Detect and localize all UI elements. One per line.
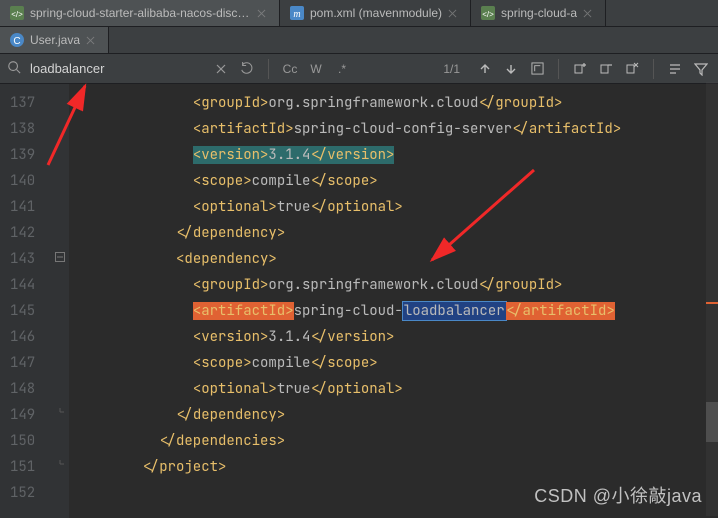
line-gutter: 1371381391401411421431441451461471481491… (0, 84, 51, 518)
line-number: 147 (10, 350, 35, 376)
code-editor[interactable]: 1371381391401411421431441451461471481491… (0, 84, 718, 518)
fold-marker[interactable] (51, 454, 69, 480)
fold-marker (51, 480, 69, 506)
tab-label: User.java (30, 33, 80, 47)
maven-m-icon: m (290, 6, 304, 20)
code-line[interactable]: <artifactId>spring-cloud-config-server</… (75, 116, 718, 142)
code-line[interactable]: </dependency> (75, 402, 718, 428)
line-number: 142 (10, 220, 35, 246)
remove-all-icon[interactable] (621, 58, 643, 80)
line-number: 145 (10, 298, 35, 324)
line-number: 137 (10, 90, 35, 116)
filter-icon[interactable] (690, 58, 712, 80)
code-line[interactable]: <scope>compile</scope> (75, 168, 718, 194)
search-icon (6, 60, 22, 77)
code-line[interactable]: <version>3.1.4</version> (75, 324, 718, 350)
svg-text:</>: </> (482, 10, 494, 19)
xml-file-icon: </> (10, 6, 24, 20)
fold-marker (51, 142, 69, 168)
line-number: 141 (10, 194, 35, 220)
code-line[interactable]: <groupId>org.springframework.cloud</grou… (75, 272, 718, 298)
tab-label: pom.xml (mavenmodule) (310, 6, 442, 20)
editor-tabs-secondary: C User.java (0, 27, 718, 54)
fold-marker (51, 428, 69, 454)
code-line[interactable]: <optional>true</optional> (75, 376, 718, 402)
class-c-icon: C (10, 33, 24, 47)
line-number: 152 (10, 480, 35, 506)
svg-text:C: C (13, 36, 20, 47)
line-number: 148 (10, 376, 35, 402)
primary-tab-1[interactable]: m pom.xml (mavenmodule) (280, 0, 471, 26)
fold-marker (51, 298, 69, 324)
code-area[interactable]: <groupId>org.springframework.cloud</grou… (69, 84, 718, 518)
add-selection-icon[interactable] (569, 58, 591, 80)
line-number: 140 (10, 168, 35, 194)
primary-tab-2[interactable]: </> spring-cloud-a (471, 0, 606, 26)
history-icon[interactable] (236, 58, 258, 80)
fold-marker[interactable] (51, 402, 69, 428)
find-input[interactable] (26, 59, 206, 78)
editor-tabs-primary: </> spring-cloud-starter-alibaba-nacos-di… (0, 0, 718, 27)
fold-marker[interactable] (51, 246, 69, 272)
line-number: 151 (10, 454, 35, 480)
fold-marker (51, 272, 69, 298)
clear-search-icon[interactable] (210, 58, 232, 80)
match-case-button[interactable]: Cc (279, 58, 301, 80)
code-line[interactable]: <dependency> (75, 246, 718, 272)
match-counter: 1/1 (433, 62, 470, 76)
watermark: CSDN @小徐敲java (534, 482, 702, 508)
fold-marker (51, 90, 69, 116)
code-line[interactable]: </dependency> (75, 220, 718, 246)
find-toolbar: Cc W .* 1/1 (0, 54, 718, 84)
code-line[interactable]: <version>3.1.4</version> (75, 142, 718, 168)
fold-marker (51, 324, 69, 350)
select-all-icon[interactable] (526, 58, 548, 80)
fold-marker (51, 220, 69, 246)
regex-button[interactable]: .* (331, 58, 353, 80)
code-line[interactable]: <artifactId>spring-cloud-loadbalancer</a… (75, 298, 718, 324)
tab-label: spring-cloud-a (501, 6, 577, 20)
close-tab-icon[interactable] (448, 7, 460, 19)
fold-marker (51, 168, 69, 194)
tab-label: spring-cloud-starter-alibaba-nacos-disco… (30, 6, 251, 20)
svg-text:m: m (293, 9, 300, 20)
line-number: 143 (10, 246, 35, 272)
next-match-icon[interactable] (500, 58, 522, 80)
close-tab-icon[interactable] (583, 7, 595, 19)
close-tab-icon[interactable] (86, 34, 98, 46)
fold-gutter (51, 84, 69, 518)
whole-word-button[interactable]: W (305, 58, 327, 80)
line-number: 149 (10, 402, 35, 428)
prev-match-icon[interactable] (474, 58, 496, 80)
line-number: 146 (10, 324, 35, 350)
xml-file-icon: </> (481, 6, 495, 20)
line-number: 139 (10, 142, 35, 168)
remove-selection-icon[interactable] (595, 58, 617, 80)
scrollbar-marker (706, 302, 718, 304)
fold-marker (51, 350, 69, 376)
code-line[interactable]: <optional>true</optional> (75, 194, 718, 220)
toggle-replace-icon[interactable] (664, 58, 686, 80)
code-line[interactable]: <scope>compile</scope> (75, 350, 718, 376)
code-line[interactable]: </dependencies> (75, 428, 718, 454)
fold-marker (51, 194, 69, 220)
code-line[interactable]: </project> (75, 454, 718, 480)
svg-text:</>: </> (11, 10, 23, 19)
line-number: 144 (10, 272, 35, 298)
primary-tab-0[interactable]: </> spring-cloud-starter-alibaba-nacos-di… (0, 0, 280, 26)
code-line[interactable]: <groupId>org.springframework.cloud</grou… (75, 90, 718, 116)
line-number: 150 (10, 428, 35, 454)
editor-scrollbar[interactable] (706, 82, 718, 516)
secondary-tab-0[interactable]: C User.java (0, 27, 109, 53)
fold-marker (51, 116, 69, 142)
close-tab-icon[interactable] (257, 7, 269, 19)
line-number: 138 (10, 116, 35, 142)
scrollbar-thumb[interactable] (706, 402, 718, 442)
fold-marker (51, 376, 69, 402)
